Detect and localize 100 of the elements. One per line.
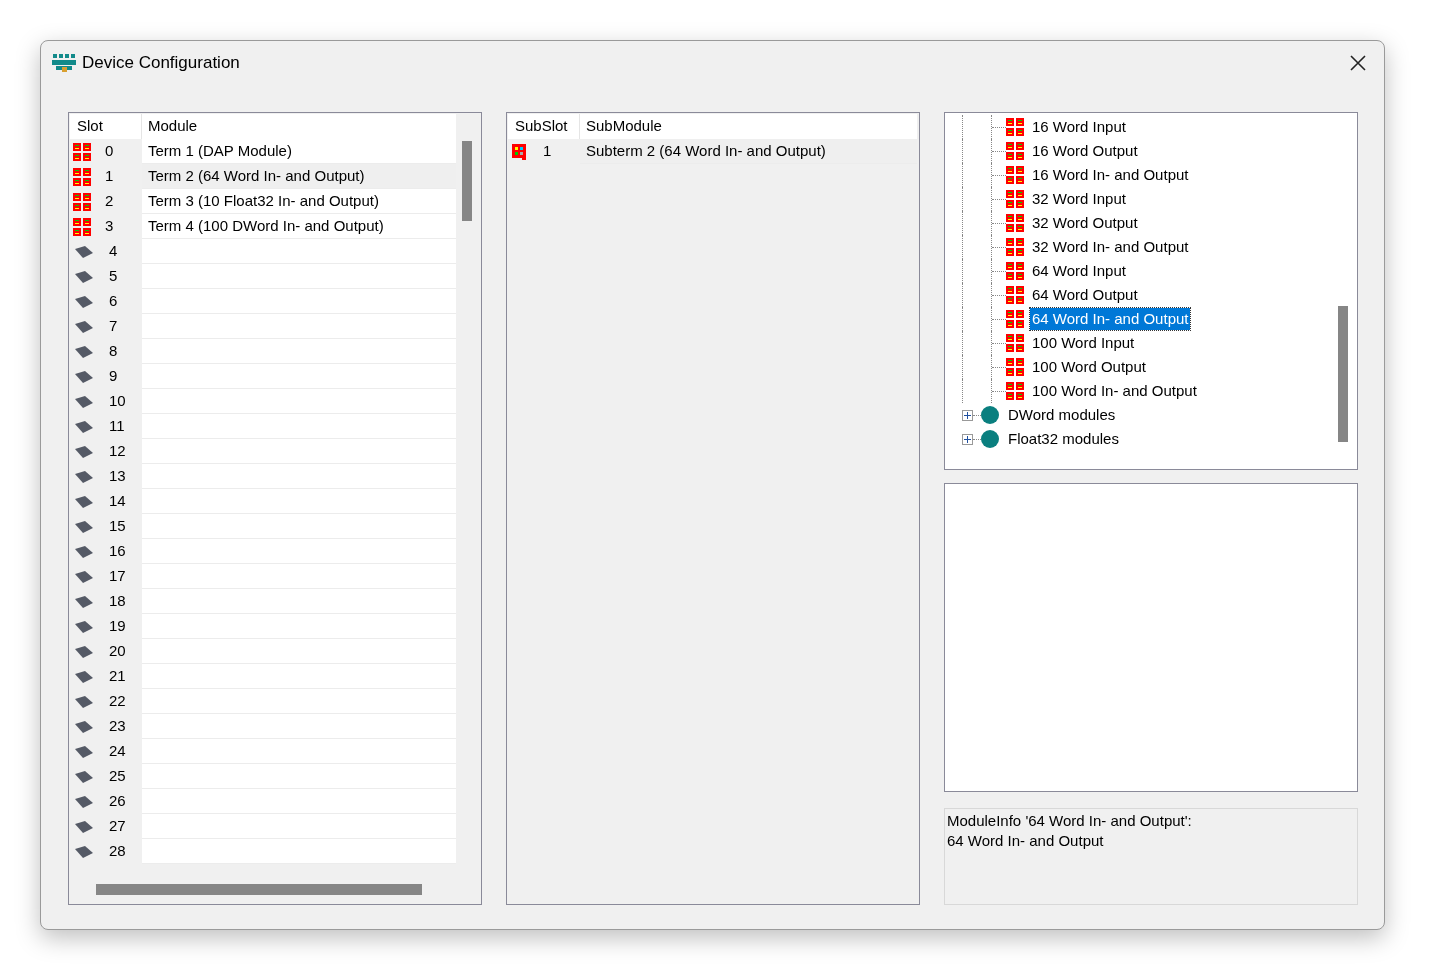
module-cell-text: Term 2 (64 Word In- and Output) [148, 165, 365, 186]
module-icon [73, 192, 91, 211]
card-icon [73, 694, 95, 709]
tree-item[interactable]: Float32 modules [1006, 427, 1121, 451]
slot-number: 8 [109, 341, 118, 362]
tree-item[interactable]: 64 Word Output [1030, 284, 1140, 306]
slot-number: 17 [109, 566, 126, 587]
module-icon [1006, 334, 1024, 352]
close-icon [1349, 54, 1367, 72]
module-icon [1006, 214, 1024, 232]
expand-button[interactable] [962, 409, 973, 421]
tree-item[interactable]: DWord modules [1006, 403, 1118, 427]
tree-item[interactable]: 100 Word In- and Output [1030, 380, 1199, 402]
module-icon [1006, 118, 1024, 136]
slot-number: 26 [109, 791, 126, 812]
tree-item[interactable]: 16 Word Output [1030, 140, 1140, 162]
slot-number: 27 [109, 816, 126, 837]
card-icon [73, 319, 95, 334]
module-icon [1006, 286, 1024, 304]
module-icon [1006, 238, 1024, 256]
tree-item[interactable]: 100 Word Input [1030, 332, 1137, 354]
slot-number: 5 [109, 266, 118, 287]
slot-number: 11 [109, 416, 125, 437]
slot-number: 24 [109, 741, 126, 762]
slot-number: 22 [109, 691, 126, 712]
slot-number: 15 [109, 516, 126, 537]
column-header[interactable]: Module [142, 114, 456, 139]
card-icon [73, 594, 95, 609]
circle-icon [981, 406, 999, 424]
tree-item[interactable]: 64 Word Input [1030, 260, 1128, 282]
module-icon [73, 167, 91, 186]
table-row[interactable]: Term 1 (DAP Module) [142, 139, 456, 164]
slot-number: 19 [109, 616, 126, 637]
module-icon [73, 142, 91, 161]
module-icon [73, 217, 91, 236]
slot-number: 21 [109, 666, 126, 687]
card-icon [73, 444, 95, 459]
table-row[interactable]: Term 4 (100 DWord In- and Output) [142, 214, 456, 239]
slot-number: 4 [109, 241, 118, 262]
module-icon [1006, 262, 1024, 280]
network-icon [52, 53, 76, 73]
card-icon [73, 344, 95, 359]
info-text: 64 Word In- and Output [947, 831, 1105, 851]
card-icon [73, 294, 95, 309]
module-cell-text: Subterm 2 (64 Word In- and Output) [586, 140, 826, 161]
module-icon [1006, 190, 1024, 208]
slot-number: 1 [543, 141, 552, 162]
circle-icon [981, 430, 999, 448]
card-icon [73, 719, 95, 734]
tree-item[interactable]: 16 Word In- and Output [1030, 164, 1191, 186]
scrollbar-thumb[interactable] [462, 141, 472, 221]
slot-number: 12 [109, 441, 126, 462]
module-icon [1006, 382, 1024, 400]
slot-number: 1 [105, 166, 114, 187]
slot-number: 0 [105, 141, 114, 162]
card-icon [73, 569, 95, 584]
module-icon [511, 142, 529, 161]
tree-item[interactable]: 32 Word In- and Output [1030, 236, 1191, 258]
card-icon [73, 419, 95, 434]
tree-item[interactable]: 64 Word In- and Output [1030, 308, 1191, 330]
column-header[interactable]: SubModule [580, 114, 917, 139]
card-icon [73, 494, 95, 509]
card-icon [73, 369, 95, 384]
module-icon [1006, 142, 1024, 160]
table-row[interactable]: Term 3 (10 Float32 In- and Output) [142, 189, 456, 214]
slot-number: 6 [109, 291, 118, 312]
card-icon [73, 819, 95, 834]
tree-item[interactable]: 32 Word Output [1030, 212, 1140, 234]
expand-button[interactable] [962, 433, 973, 445]
card-icon [73, 669, 95, 684]
slot-number: 20 [109, 641, 126, 662]
window-title: Device Configuration [82, 52, 240, 75]
tree-item[interactable]: 16 Word Input [1030, 116, 1128, 138]
tree-item[interactable]: 100 Word Output [1030, 356, 1148, 378]
scrollbar-thumb[interactable] [96, 884, 422, 895]
card-icon [73, 469, 95, 484]
tree-item[interactable]: 32 Word Input [1030, 188, 1128, 210]
slot-number: 18 [109, 591, 126, 612]
module-icon [1006, 166, 1024, 184]
card-icon [73, 544, 95, 559]
card-icon [73, 769, 95, 784]
card-icon [73, 844, 95, 859]
info-text: ModuleInfo '64 Word In- and Output': [947, 811, 1193, 831]
card-icon [73, 394, 95, 409]
slot-number: 9 [109, 366, 118, 387]
slot-number: 2 [105, 191, 114, 212]
slot-number: 16 [109, 541, 126, 562]
slot-number: 3 [105, 216, 114, 237]
module-cell-text: Term 4 (100 DWord In- and Output) [148, 215, 384, 236]
slot-number: 13 [109, 466, 126, 487]
card-icon [73, 519, 95, 534]
card-icon [73, 644, 95, 659]
card-icon [73, 744, 95, 759]
slot-number: 28 [109, 841, 126, 862]
scrollbar-thumb[interactable] [1338, 306, 1348, 442]
module-cell-text: Term 1 (DAP Module) [148, 140, 292, 161]
module-icon [1006, 358, 1024, 376]
slot-number: 7 [109, 316, 118, 337]
card-icon [73, 794, 95, 809]
module-icon [1006, 310, 1024, 328]
